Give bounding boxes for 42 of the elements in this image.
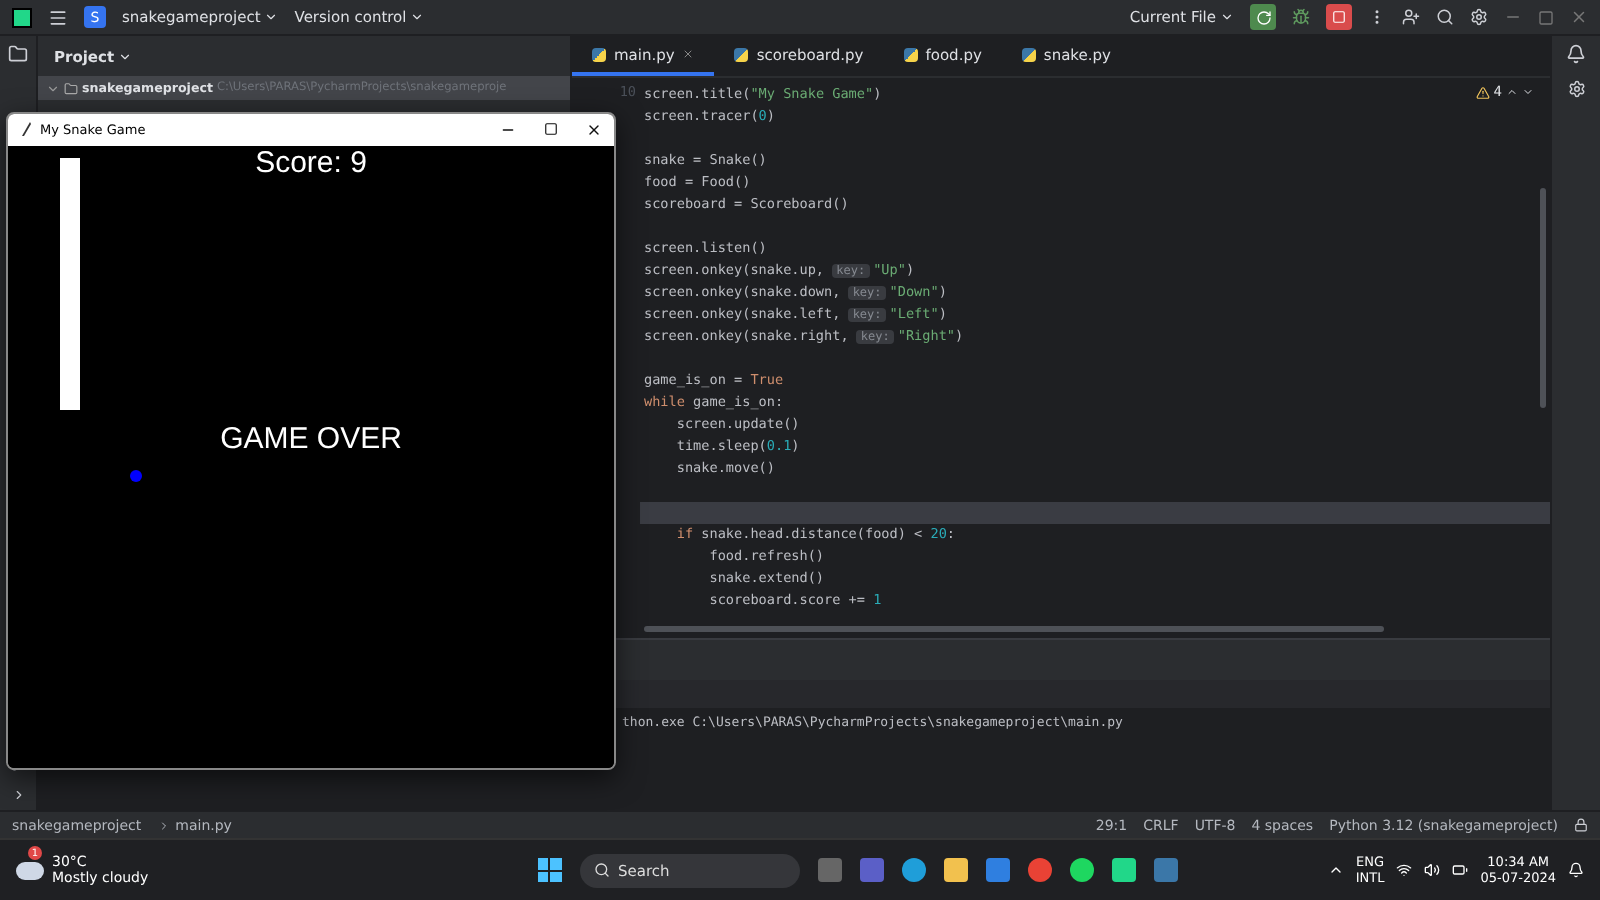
feather-icon: [20, 122, 32, 138]
chevron-down-icon[interactable]: [1220, 10, 1234, 24]
battery-icon[interactable]: [1452, 862, 1469, 878]
food-dot: [130, 470, 142, 482]
search-icon: [593, 862, 610, 878]
chevron-down-icon[interactable]: [410, 10, 425, 24]
warning-icon[interactable]: [1475, 85, 1490, 99]
stop-button[interactable]: [1326, 4, 1352, 30]
chevron-icon[interactable]: [11, 788, 25, 802]
vertical-scrollbar[interactable]: [1540, 188, 1546, 408]
maximize-icon[interactable]: [544, 122, 558, 136]
wifi-icon[interactable]: [1396, 862, 1413, 878]
menu-icon[interactable]: [48, 7, 68, 27]
start-icon[interactable]: [537, 858, 562, 882]
tray-chevron-icon[interactable]: [1327, 862, 1344, 878]
python-file-icon: [734, 47, 749, 61]
search-icon[interactable]: [1436, 8, 1454, 26]
python-file-icon: [1021, 47, 1036, 61]
lock-icon[interactable]: [1574, 818, 1588, 832]
python-file-icon: [903, 47, 918, 61]
horizontal-scrollbar[interactable]: [644, 626, 1384, 632]
expand-chevron-icon[interactable]: [46, 81, 60, 95]
python-file-icon: [592, 47, 606, 61]
rerun-icon: [1255, 9, 1271, 25]
rerun-button[interactable]: [1250, 4, 1276, 30]
chevron-down-icon[interactable]: [1522, 86, 1534, 98]
chevron-up-icon[interactable]: [1506, 86, 1518, 98]
cloud-icon[interactable]: [16, 861, 44, 879]
app-logo-icon[interactable]: [12, 7, 32, 27]
stop-icon: [1332, 10, 1346, 24]
add-user-icon[interactable]: [1402, 8, 1420, 26]
score-text: Score: 9: [253, 146, 369, 180]
chevron-down-icon[interactable]: [264, 10, 279, 24]
settings-icon[interactable]: [1470, 8, 1488, 26]
bell-icon[interactable]: [1566, 44, 1586, 64]
chevron-right-icon: [157, 819, 170, 831]
game-over-text: GAME OVER: [218, 422, 404, 456]
chevron-down-icon[interactable]: [118, 49, 133, 63]
close-icon[interactable]: [586, 122, 602, 138]
notification-icon[interactable]: [1568, 862, 1584, 878]
volume-icon[interactable]: [1424, 862, 1441, 878]
debug-icon[interactable]: [1292, 8, 1310, 26]
